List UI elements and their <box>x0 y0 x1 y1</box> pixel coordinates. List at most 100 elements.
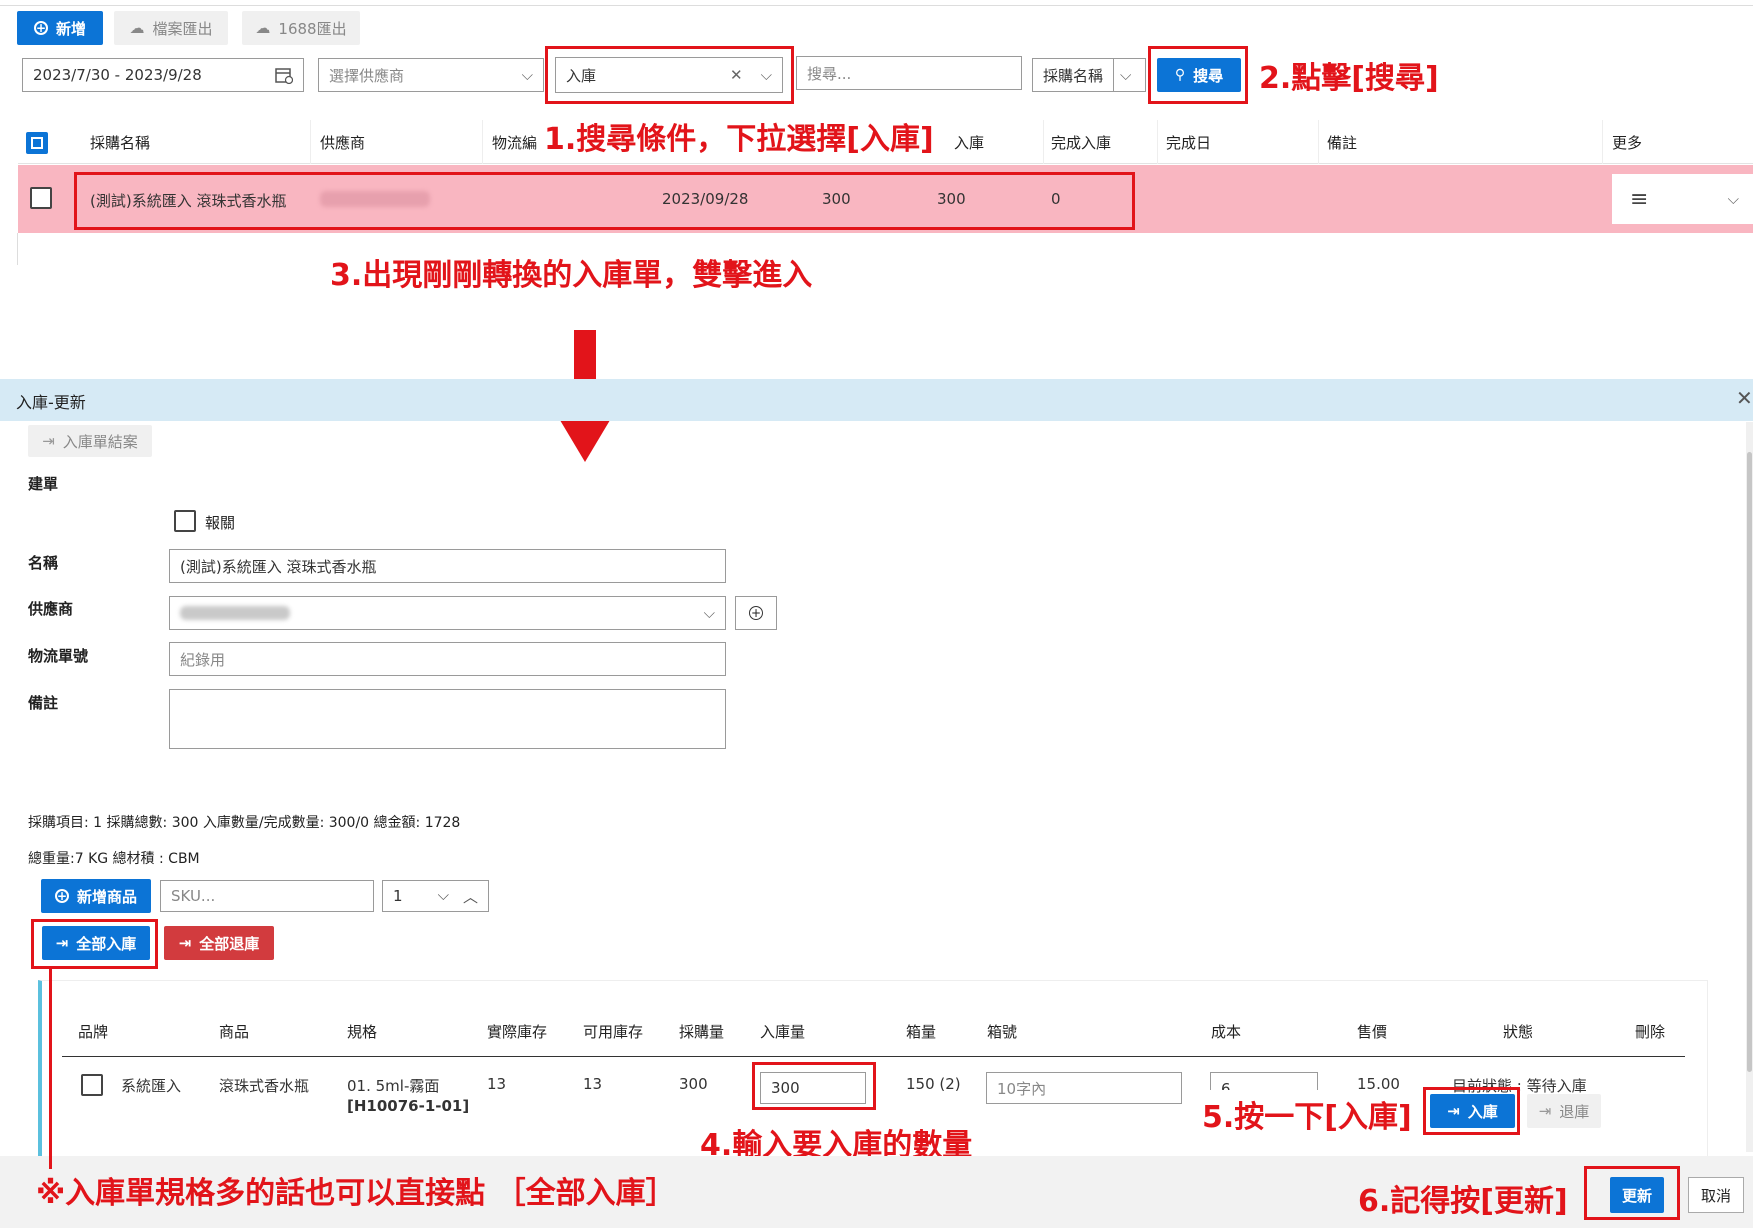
item-header-product: 商品 <box>219 1023 250 1041</box>
chevron-down-icon[interactable]: ⌵ <box>438 886 449 907</box>
cloud-download-icon: ☁ <box>255 19 271 37</box>
status-value: 入庫 <box>566 66 597 85</box>
export-1688-label: 1688匯出 <box>278 19 347 38</box>
chevron-down-icon: ⌵ <box>1120 66 1132 84</box>
supplier-blurred <box>180 606 290 620</box>
row-date: 2023/09/28 <box>662 190 749 208</box>
item-header-cost: 成本 <box>1211 1023 1242 1041</box>
update-label: 更新 <box>1621 1186 1652 1205</box>
date-range-input[interactable]: 2023/7/30 - 2023/9/28 <box>22 58 304 92</box>
row-more-select[interactable]: ≡ ⌵ <box>1612 174 1753 224</box>
dialog-scrollbar[interactable] <box>1746 422 1753 1152</box>
item-sku-code: [H10076-1-01] <box>347 1097 470 1115</box>
remark-label: 備註 <box>28 694 59 712</box>
note-step1: 1.搜尋條件，下拉選擇[入庫] <box>544 122 934 157</box>
add-button[interactable]: + 新增 <box>17 11 103 45</box>
row-checkbox[interactable] <box>30 187 52 209</box>
search-field-select[interactable]: 採購名稱 ⌵ <box>1032 58 1146 92</box>
item-in-qty-input[interactable]: 300 <box>760 1072 866 1104</box>
enter-icon: ⇥ <box>42 432 55 450</box>
note-step2: 2.點擊[搜尋] <box>1259 61 1439 96</box>
item-return-button[interactable]: ⇥ 退庫 <box>1527 1094 1601 1128</box>
note-tip: ※入庫單規格多的話也可以直接點 ［全部入庫］ <box>36 1176 676 1211</box>
supplier-select[interactable]: 選擇供應商 ⌵ <box>318 58 544 92</box>
supplier-select-dialog[interactable]: ⌵ <box>169 596 726 630</box>
item-header-available-stock: 可用庫存 <box>583 1023 644 1041</box>
add-product-button[interactable]: + 新增商品 <box>41 879 151 913</box>
close-order-button[interactable]: ⇥ 入庫單結案 <box>28 425 152 457</box>
remark-textarea[interactable] <box>169 689 726 749</box>
add-button-label: 新增 <box>55 19 86 38</box>
row-qty1: 300 <box>822 190 851 208</box>
qty-stepper[interactable]: 1 ⌵ ︿ <box>382 880 489 912</box>
search-button-label: 搜尋 <box>1193 66 1224 85</box>
name-label: 名稱 <box>28 554 59 572</box>
name-input[interactable]: (測試)系統匯入 滾珠式香水瓶 <box>169 549 726 583</box>
all-return-button[interactable]: ⇥ 全部退庫 <box>164 926 274 960</box>
customs-label: 報關 <box>205 514 236 532</box>
cloud-download-icon: ☁ <box>129 19 145 37</box>
status-select[interactable]: 入庫 ✕ ⌵ <box>555 57 783 93</box>
clear-icon[interactable]: ✕ <box>730 66 743 84</box>
item-status: 目前狀態 : 等待入庫 <box>1452 1077 1587 1095</box>
enter-icon: ⇥ <box>55 934 69 952</box>
dialog-title: 入庫-更新 <box>16 393 86 412</box>
enter-icon: ⇥ <box>1538 1102 1552 1120</box>
customs-checkbox[interactable] <box>174 510 196 532</box>
chevron-down-icon: ⌵ <box>760 66 772 84</box>
search-input[interactable]: 搜尋... <box>796 56 1022 90</box>
item-box-no-placeholder: 10字內 <box>997 1079 1047 1098</box>
tracking-placeholder: 紀錄用 <box>180 650 226 669</box>
item-spec: 01. 5ml-霧面 <box>347 1077 440 1095</box>
plus-circle-icon: + <box>54 889 69 903</box>
item-header-box-qty: 箱量 <box>906 1023 937 1041</box>
dialog-close-icon[interactable]: ✕ <box>1736 386 1753 410</box>
menu-icon: ≡ <box>1630 186 1649 212</box>
supplier-placeholder: 選擇供應商 <box>329 66 405 85</box>
section-create: 建單 <box>28 475 59 493</box>
tracking-label: 物流單號 <box>28 647 89 665</box>
item-header-status: 狀態 <box>1503 1023 1534 1041</box>
qty-value: 1 <box>393 887 403 905</box>
plus-circle-icon: + <box>749 606 763 620</box>
item-product: 滾珠式香水瓶 <box>219 1077 310 1095</box>
summary-line2: 總重量:7 KG 總材積 : CBM <box>28 851 200 867</box>
dialog-header <box>0 379 1753 421</box>
add-supplier-button[interactable]: + <box>735 596 777 630</box>
date-range-value: 2023/7/30 - 2023/9/28 <box>33 66 202 84</box>
item-in-qty-value: 300 <box>771 1079 800 1097</box>
item-in-button[interactable]: ⇥ 入庫 <box>1430 1094 1515 1128</box>
item-header-actual-stock: 實際庫存 <box>487 1023 548 1041</box>
item-box-qty: 150 (2) <box>906 1075 961 1093</box>
close-order-label: 入庫單結案 <box>62 432 138 451</box>
chevron-down-icon: ⌵ <box>521 66 533 84</box>
item-brand: 系統匯入 <box>121 1077 182 1095</box>
item-in-label: 入庫 <box>1467 1102 1498 1121</box>
export-file-button[interactable]: ☁ 檔案匯出 <box>114 11 228 45</box>
row-qty2: 300 <box>937 190 966 208</box>
export-1688-button[interactable]: ☁ 1688匯出 <box>242 11 360 45</box>
item-checkbox[interactable] <box>81 1074 103 1096</box>
item-header-spec: 規格 <box>347 1023 378 1041</box>
item-header-brand: 品牌 <box>78 1023 109 1041</box>
chevron-up-icon[interactable]: ︿ <box>463 886 478 907</box>
note-step5: 5.按一下[入庫] <box>1202 1100 1412 1135</box>
supplier-label: 供應商 <box>28 600 74 618</box>
row-supplier-blurred <box>320 191 430 207</box>
item-box-no-input[interactable]: 10字內 <box>986 1072 1182 1104</box>
row-purchase-name: (測試)系統匯入 滾珠式香水瓶 <box>90 192 287 210</box>
cancel-button[interactable]: 取消 <box>1688 1177 1744 1213</box>
item-header-price: 售價 <box>1357 1023 1388 1041</box>
calendar-icon <box>275 68 293 84</box>
search-button[interactable]: ⚲ 搜尋 <box>1157 58 1241 92</box>
name-value: (測試)系統匯入 滾珠式香水瓶 <box>180 557 377 576</box>
tracking-input[interactable]: 紀錄用 <box>169 642 726 676</box>
chevron-down-icon: ⌵ <box>703 604 715 622</box>
sku-input[interactable]: SKU... <box>160 880 374 912</box>
enter-icon: ⇥ <box>1447 1102 1460 1120</box>
all-in-button[interactable]: ⇥ 全部入庫 <box>42 926 150 960</box>
summary-line1: 採購項目: 1 採購總數: 300 入庫數量/完成數量: 300/0 總金額: … <box>28 815 461 831</box>
update-button[interactable]: 更新 <box>1610 1177 1664 1213</box>
item-purchase-qty: 300 <box>679 1075 708 1093</box>
all-in-label: 全部入庫 <box>76 934 137 953</box>
